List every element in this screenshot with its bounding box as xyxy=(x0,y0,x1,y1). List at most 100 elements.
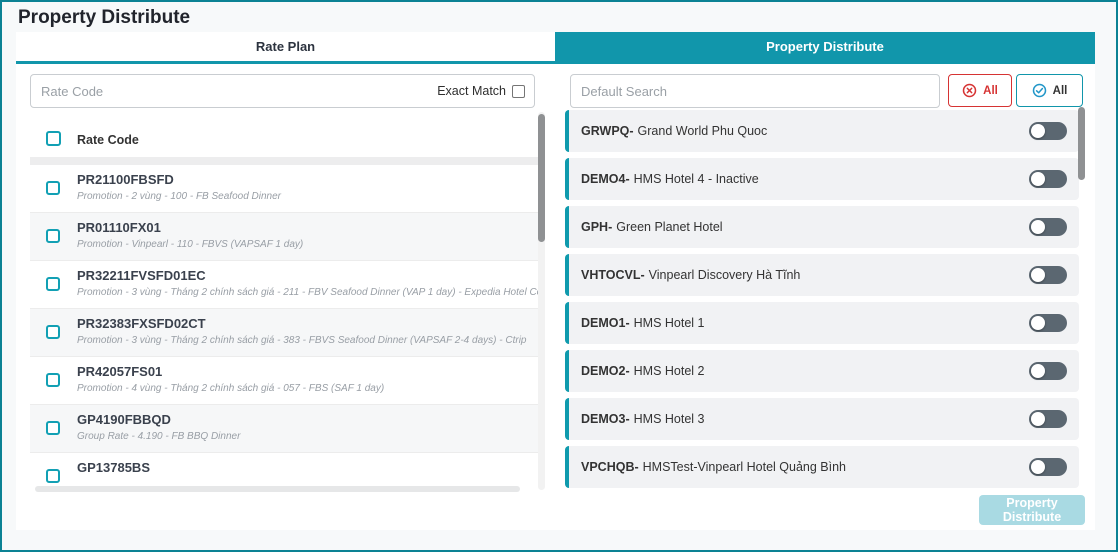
property-row: VPCHQB- HMSTest-Vinpearl Hotel Quảng Bình xyxy=(565,446,1079,488)
property-row: DEMO3- HMS Hotel 3 xyxy=(565,398,1079,440)
property-code: GPH- xyxy=(581,220,612,234)
property-toggle[interactable] xyxy=(1029,362,1067,380)
rate-code: GP13785BS xyxy=(77,460,535,475)
rate-list-vertical-scrollbar[interactable] xyxy=(538,112,545,490)
toggle-knob xyxy=(1031,268,1045,282)
property-row: VHTOCVL- Vinpearl Discovery Hà Tĩnh xyxy=(565,254,1079,296)
rate-code: PR32211FVSFD01EC xyxy=(77,268,535,283)
property-row: GRWPQ- Grand World Phu Quoc xyxy=(565,110,1079,152)
property-name: HMSTest-Vinpearl Hotel Quảng Bình xyxy=(643,460,846,474)
rate-list-horizontal-scrollbar[interactable] xyxy=(35,486,520,492)
property-distribute-window: Property Distribute Rate Plan Property D… xyxy=(0,0,1118,552)
rate-code: PR32383FXSFD02CT xyxy=(77,316,535,331)
exact-match: Exact Match xyxy=(437,84,534,98)
property-name: HMS Hotel 3 xyxy=(634,412,705,426)
property-code: DEMO3- xyxy=(581,412,630,426)
rate-row-checkbox[interactable] xyxy=(46,229,60,243)
select-all-label: All xyxy=(1053,85,1068,97)
property-toggle[interactable] xyxy=(1029,122,1067,140)
rate-code: PR42057FS01 xyxy=(77,364,535,379)
rate-row: PR32383FXSFD02CT Promotion - 3 vùng - Thá… xyxy=(30,309,539,357)
property-toggle[interactable] xyxy=(1029,410,1067,428)
property-row: DEMO1- HMS Hotel 1 xyxy=(565,302,1079,344)
deselect-all-button[interactable]: All xyxy=(948,74,1012,107)
property-distribute-submit-button[interactable]: Property Distribute xyxy=(979,495,1085,525)
tab-property-distribute[interactable]: Property Distribute xyxy=(555,32,1095,64)
rate-description: Promotion - 3 vùng - Tháng 2 chính sách … xyxy=(77,287,535,298)
rate-row: GP4190FBBQD Group Rate - 4.190 - FB BBQ D… xyxy=(30,405,539,453)
rate-description: Promotion - 2 vùng - 100 - FB Seafood Di… xyxy=(77,191,535,202)
rate-row: PR32211FVSFD01EC Promotion - 3 vùng - Thá… xyxy=(30,261,539,309)
rate-row: PR42057FS01 Promotion - 4 vùng - Tháng 2 … xyxy=(30,357,539,405)
rate-code-search-wrap: Exact Match xyxy=(30,74,535,108)
rate-row: GP13785BS xyxy=(30,453,539,489)
circle-x-icon xyxy=(962,83,977,98)
rate-description: Promotion - 3 vùng - Tháng 2 chính sách … xyxy=(77,335,535,346)
default-search-input[interactable] xyxy=(571,84,939,99)
toggle-knob xyxy=(1031,412,1045,426)
tab-rate-plan[interactable]: Rate Plan xyxy=(16,32,555,64)
property-toggle[interactable] xyxy=(1029,266,1067,284)
property-row: GPH- Green Planet Hotel xyxy=(565,206,1079,248)
property-row: DEMO4-HMS Hotel 4 - Inactive xyxy=(565,158,1079,200)
toggle-knob xyxy=(1031,316,1045,330)
property-row: DEMO2- HMS Hotel 2 xyxy=(565,350,1079,392)
rate-row-checkbox[interactable] xyxy=(46,181,60,195)
property-toggle[interactable] xyxy=(1029,458,1067,476)
property-code: DEMO1- xyxy=(581,316,630,330)
rate-code: GP4190FBBQD xyxy=(77,412,535,427)
rate-code: PR01110FX01 xyxy=(77,220,535,235)
toggle-knob xyxy=(1031,172,1045,186)
property-name: Green Planet Hotel xyxy=(616,220,722,234)
property-toggle[interactable] xyxy=(1029,218,1067,236)
rate-row-text: PR32383FXSFD02CT Promotion - 3 vùng - Thá… xyxy=(77,316,535,346)
rate-code-list: PR21100FBSFD Promotion - 2 vùng - 100 - F… xyxy=(30,165,539,489)
property-code: VHTOCVL- xyxy=(581,268,645,282)
rate-row-text: PR21100FBSFD Promotion - 2 vùng - 100 - F… xyxy=(77,172,535,202)
rate-row: PR21100FBSFD Promotion - 2 vùng - 100 - F… xyxy=(30,165,539,213)
exact-match-label: Exact Match xyxy=(437,84,506,98)
rate-code-search-input[interactable] xyxy=(31,84,437,99)
rate-description: Promotion - Vinpearl - 110 - FBVS (VAPSA… xyxy=(77,239,535,250)
rate-row-text: GP4190FBBQD Group Rate - 4.190 - FB BBQ D… xyxy=(77,412,535,442)
property-name: HMS Hotel 1 xyxy=(634,316,705,330)
select-all-rates-checkbox[interactable] xyxy=(46,131,61,146)
property-code: GRWPQ- xyxy=(581,124,634,138)
property-list-scrollbar-thumb[interactable] xyxy=(1078,107,1085,180)
rate-description: Group Rate - 4.190 - FB BBQ Dinner xyxy=(77,431,535,442)
header-separator xyxy=(30,157,539,165)
toggle-knob xyxy=(1031,220,1045,234)
rate-row-text: PR01110FX01 Promotion - Vinpearl - 110 - … xyxy=(77,220,535,250)
exact-match-checkbox[interactable] xyxy=(512,85,525,98)
toggle-knob xyxy=(1031,460,1045,474)
property-name: Grand World Phu Quoc xyxy=(638,124,768,138)
default-search-wrap xyxy=(570,74,940,108)
circle-check-icon xyxy=(1032,83,1047,98)
property-toggle[interactable] xyxy=(1029,170,1067,188)
toggle-knob xyxy=(1031,364,1045,378)
property-toggle[interactable] xyxy=(1029,314,1067,332)
property-list: GRWPQ-Grand World Phu QuocDEMO4-HMS Hote… xyxy=(565,110,1079,494)
rate-row-text: PR32211FVSFD01EC Promotion - 3 vùng - Thá… xyxy=(77,268,535,298)
property-name: Vinpearl Discovery Hà Tĩnh xyxy=(649,268,801,282)
rate-row-text: PR42057FS01 Promotion - 4 vùng - Tháng 2 … xyxy=(77,364,535,394)
property-code: DEMO2- xyxy=(581,364,630,378)
deselect-all-label: All xyxy=(983,85,998,97)
property-name: HMS Hotel 2 xyxy=(634,364,705,378)
select-all-button[interactable]: All xyxy=(1016,74,1083,107)
property-code: DEMO4- xyxy=(581,172,630,186)
rate-list-scrollbar-thumb[interactable] xyxy=(538,114,545,242)
page-title: Property Distribute xyxy=(18,7,190,29)
rate-row-checkbox[interactable] xyxy=(46,277,60,291)
rate-row-checkbox[interactable] xyxy=(46,469,60,483)
toggle-knob xyxy=(1031,124,1045,138)
rate-row: PR01110FX01 Promotion - Vinpearl - 110 - … xyxy=(30,213,539,261)
rate-description: Promotion - 4 vùng - Tháng 2 chính sách … xyxy=(77,383,535,394)
rate-row-checkbox[interactable] xyxy=(46,373,60,387)
property-code: VPCHQB- xyxy=(581,460,639,474)
rate-code-column-header: Rate Code xyxy=(77,133,139,147)
rate-row-text: GP13785BS xyxy=(77,460,535,479)
rate-code: PR21100FBSFD xyxy=(77,172,535,187)
rate-row-checkbox[interactable] xyxy=(46,325,60,339)
rate-row-checkbox[interactable] xyxy=(46,421,60,435)
